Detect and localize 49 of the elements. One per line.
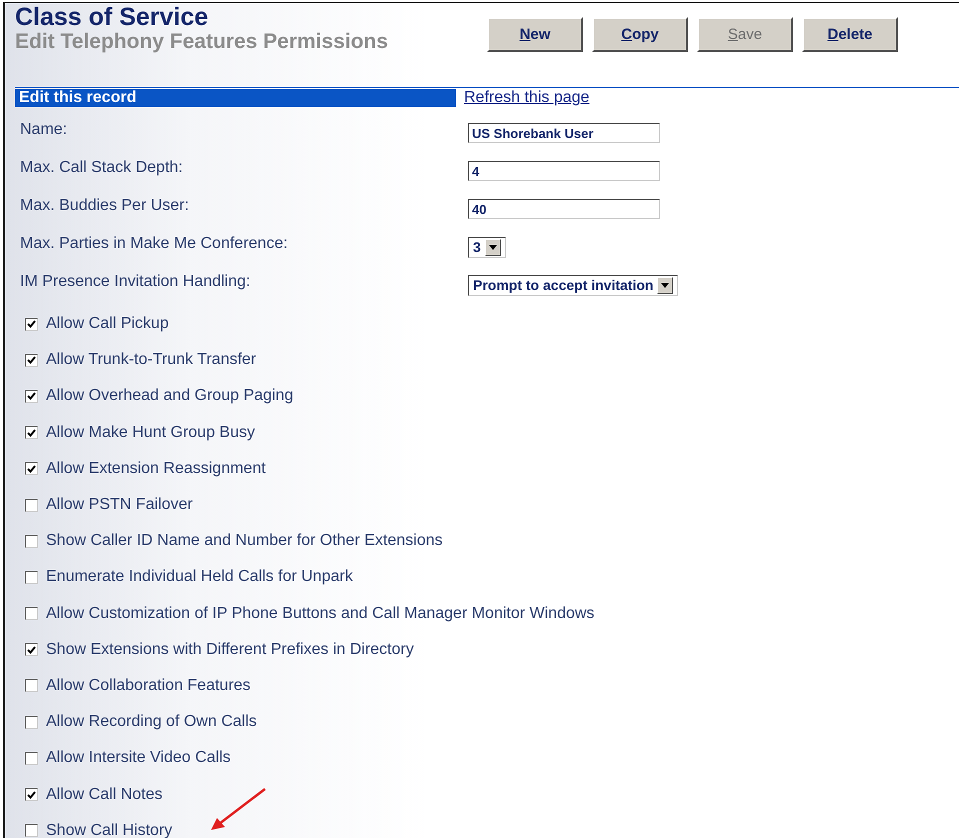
field-label: Max. Buddies Per User: [20, 197, 190, 215]
checkbox-label: Enumerate Individual Held Calls for Unpark [46, 568, 353, 586]
checkbox-label: Allow Overhead and Group Paging [46, 387, 294, 406]
caret-icon [488, 244, 497, 250]
dropdown[interactable]: 3 [468, 236, 506, 258]
checkbox[interactable] [25, 570, 38, 584]
checkbox[interactable] [25, 354, 38, 367]
caret-icon [661, 282, 670, 288]
page-title: Class of Service [15, 5, 210, 29]
checkbox-label: Allow Recording of Own Calls [46, 713, 257, 732]
refresh-link[interactable]: Refresh this page [464, 89, 590, 107]
checkbox-label: Allow Call Notes [46, 786, 162, 804]
toolbar-button[interactable]: Delete [802, 17, 898, 52]
checkbox[interactable] [25, 752, 38, 765]
dropdown[interactable]: Prompt to accept invitation [468, 274, 678, 296]
checkbox-label: Allow Collaboration Features [46, 676, 251, 695]
field-label: IM Presence Invitation Handling: [20, 273, 252, 291]
field-label: Max. Parties in Make Me Conference: [20, 235, 289, 253]
checkbox[interactable] [25, 788, 38, 802]
checkbox-label: Allow Trunk-to-Trunk Transfer [46, 351, 256, 370]
checkbox[interactable] [25, 716, 38, 729]
checkbox[interactable] [25, 607, 38, 620]
checkbox-label: Show Caller ID Name and Number for Other Extensions [46, 532, 443, 550]
checkbox-label: Allow Intersite Video Calls [46, 749, 231, 768]
checkbox[interactable] [25, 824, 38, 838]
checkbox[interactable] [25, 643, 38, 656]
checkbox[interactable] [25, 426, 38, 440]
checkbox[interactable] [25, 462, 38, 476]
checkbox-label: Show Call History [46, 822, 172, 838]
checkbox[interactable] [25, 390, 38, 403]
field-label: Name: [20, 121, 68, 139]
checkbox-label: Allow Customization of IP Phone Buttons and Call Manager Monitor Windows [46, 604, 594, 623]
toolbar-button[interactable]: New [487, 17, 583, 52]
checkbox[interactable] [25, 318, 38, 331]
checkbox[interactable] [25, 498, 38, 512]
text-field[interactable]: US Shorebank User [468, 123, 660, 143]
checkbox-label: Allow Make Hunt Group Busy [46, 424, 255, 442]
checkbox-label: Show Extensions with Different Prefixes in Directory [46, 640, 414, 659]
text-field[interactable]: 40 [468, 199, 660, 219]
field-label: Max. Call Stack Depth: [20, 159, 184, 177]
text-field[interactable]: 4 [468, 161, 660, 181]
checkbox-label: Allow Call Pickup [46, 315, 169, 334]
section-header: Edit this record [15, 89, 456, 107]
toolbar-button[interactable]: Copy [592, 17, 688, 52]
checkbox[interactable] [25, 534, 38, 548]
page-subtitle: Edit Telephony Features Permissions [15, 29, 390, 55]
checkbox-label: Allow PSTN Failover [46, 496, 193, 514]
checkbox-label: Allow Extension Reassignment [46, 460, 266, 478]
checkbox[interactable] [25, 679, 38, 692]
